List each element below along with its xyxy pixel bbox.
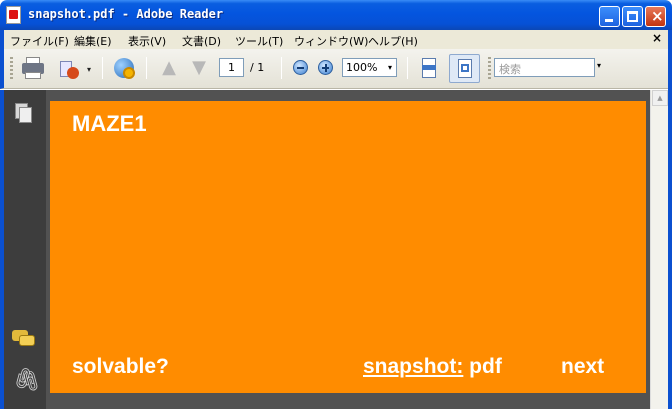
vertical-scrollbar[interactable]: ▲ (650, 90, 668, 409)
close-window-button[interactable]: × (645, 6, 666, 27)
toolbar-grip[interactable] (10, 57, 13, 79)
next-page-icon[interactable]: ▼ (189, 55, 209, 81)
document-area[interactable]: MAZE1 solvable? snapshot: pdf next (46, 90, 650, 409)
menu-view[interactable]: 表示(V) (128, 33, 166, 49)
menu-bar: ファイル(F) 編集(E) 表示(V) 文書(D) ツール(T) ウィンドウ(W… (0, 30, 672, 49)
page-title: MAZE1 (72, 111, 147, 136)
snapshot-link-text[interactable]: snapshot: (363, 355, 463, 378)
pdf-file-icon (6, 6, 21, 24)
snapshot-link-suffix[interactable]: pdf (463, 355, 502, 378)
toolbar-separator (102, 57, 103, 79)
search-dropdown-icon[interactable]: ▾ (597, 61, 601, 70)
pages-icon[interactable] (15, 103, 35, 125)
menu-window[interactable]: ウィンドウ(W) (294, 33, 368, 49)
search-input[interactable]: 検索 (494, 58, 595, 77)
snapshot-pdf-link[interactable]: snapshot: pdf (363, 355, 502, 379)
menu-help[interactable]: ヘルプ(H) (368, 33, 418, 49)
minimize-button[interactable] (599, 6, 620, 27)
close-icon: × (651, 7, 664, 25)
next-link[interactable]: next (561, 355, 604, 379)
search-placeholder: 検索 (499, 63, 521, 76)
fit-page-button[interactable] (449, 54, 480, 83)
comments-icon[interactable] (12, 330, 38, 348)
page-total-label: / 1 (250, 61, 265, 74)
toolbar-grip[interactable] (488, 57, 491, 79)
zoom-out-icon[interactable] (293, 60, 308, 75)
menu-tools[interactable]: ツール(T) (235, 33, 283, 49)
document-close-icon[interactable]: × (652, 31, 662, 45)
attachments-icon[interactable]: 🖇 (13, 368, 41, 393)
menu-file[interactable]: ファイル(F) (10, 33, 69, 49)
toolbar-separator (407, 57, 408, 79)
zoom-select[interactable]: 100% ▾ (342, 58, 397, 77)
zoom-value: 100% (346, 61, 378, 74)
toolbar-separator (281, 57, 282, 79)
collaborate-button[interactable] (58, 55, 84, 81)
solvable-link[interactable]: solvable? (72, 355, 169, 379)
toolbar: ▾ ▲ ▼ 1 / 1 100% ▾ 検索 ▾ (0, 49, 672, 89)
print-button[interactable] (20, 55, 46, 81)
window-title: snapshot.pdf - Adobe Reader (28, 7, 224, 21)
maximize-button[interactable] (622, 6, 643, 27)
menu-document[interactable]: 文書(D) (182, 33, 221, 49)
collaborate-dropdown-icon[interactable]: ▾ (87, 65, 91, 74)
fit-width-button[interactable] (418, 55, 440, 81)
pdf-page: MAZE1 solvable? snapshot: pdf next (50, 101, 646, 393)
zoom-in-icon[interactable] (318, 60, 333, 75)
gear-icon (123, 67, 135, 79)
toolbar-separator (146, 57, 147, 79)
share-button[interactable] (112, 55, 136, 81)
page-number-input[interactable]: 1 (219, 58, 244, 77)
chevron-down-icon[interactable]: ▾ (384, 59, 396, 76)
window-frame-right (668, 30, 672, 409)
navigation-pane: 🖇 (0, 90, 46, 409)
previous-page-icon[interactable]: ▲ (159, 55, 179, 81)
menu-edit[interactable]: 編集(E) (74, 33, 112, 49)
maximize-icon (627, 11, 638, 22)
scroll-up-icon[interactable]: ▲ (652, 90, 668, 106)
minimize-icon (605, 19, 613, 22)
title-bar[interactable]: snapshot.pdf - Adobe Reader × (0, 0, 672, 30)
